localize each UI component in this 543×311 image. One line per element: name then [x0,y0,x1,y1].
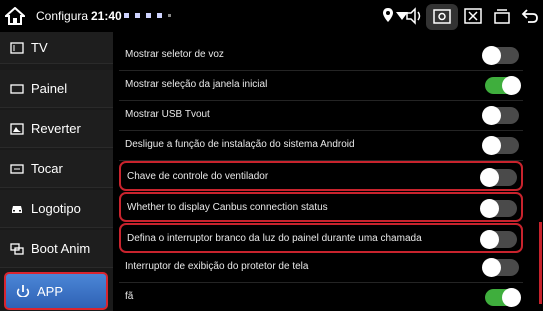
sidebar: TV Painel Reverter Tocar Logotipo Boot A… [0,32,113,311]
setting-label: Chave de controle do ventilador [127,171,269,182]
notification-icon [157,13,162,18]
toggle-knob [480,168,499,187]
toggle-switch[interactable] [480,168,517,187]
status-bar: Configura 21:40 [0,0,543,32]
toggle-switch[interactable] [482,46,519,65]
setting-row[interactable]: Mostrar USB Tvout [119,101,523,131]
toggle-switch[interactable] [485,76,521,95]
boot-animation-icon [10,242,24,255]
toggle-knob [502,288,521,307]
toggle-switch[interactable] [482,136,519,155]
toggle-knob [482,46,501,65]
toggle-switch[interactable] [480,199,517,218]
sidebar-item-tv[interactable]: TV [0,32,113,64]
toggle-knob [482,106,501,125]
setting-label: Whether to display Canbus connection sta… [127,202,328,213]
sidebar-item-boot-anim[interactable]: Boot Anim [0,230,113,268]
sidebar-item-reverter[interactable]: Reverter [0,110,113,148]
notification-icon [168,14,171,17]
toggle-knob [480,230,499,249]
notification-icon [124,13,129,18]
touch-icon [10,163,24,175]
notification-dots [124,13,171,18]
setting-label: Interruptor de exibição do protetor de t… [125,261,309,272]
toggle-knob [502,76,521,95]
setting-label: Defina o interruptor branco da luz do pa… [127,233,422,244]
sidebar-item-tocar[interactable]: Tocar [0,150,113,188]
setting-row[interactable]: Interruptor de exibição do protetor de t… [119,253,523,283]
toggle-switch[interactable] [480,230,517,249]
location-icon [383,8,393,22]
toggle-switch[interactable] [482,106,519,125]
sidebar-item-label: Reverter [31,121,81,136]
sidebar-item-label: Tocar [31,161,63,176]
setting-label: fã [125,291,134,302]
app-icon [16,285,30,298]
setting-row[interactable]: Desligue a função de instalação do siste… [119,131,523,161]
panel-icon [10,83,24,95]
setting-row[interactable]: Defina o interruptor branco da luz do pa… [119,223,523,253]
back-icon[interactable] [520,7,540,25]
close-window-icon[interactable] [464,7,482,25]
setting-label: Mostrar USB Tvout [125,109,210,120]
page-title: Configura [36,9,89,23]
setting-row[interactable]: Mostrar seleção da janela inicial [119,71,523,101]
home-icon[interactable] [5,7,25,25]
toggle-knob [480,199,499,218]
setting-label: Mostrar seletor de voz [125,49,224,60]
sidebar-item-label: APP [37,283,64,299]
sidebar-item-painel[interactable]: Painel [0,70,113,108]
setting-row[interactable]: Whether to display Canbus connection sta… [119,192,523,222]
sidebar-item-logotipo[interactable]: Logotipo [0,190,113,228]
tv-icon [10,41,24,54]
setting-row[interactable]: Chave de controle do ventilador [119,161,523,191]
settings-list: Mostrar seletor de voz Mostrar seleção d… [113,32,543,311]
toggle-switch[interactable] [485,288,521,307]
notification-icon [135,13,140,18]
sidebar-item-app[interactable]: APP [4,272,108,310]
sidebar-item-label: Boot Anim [31,241,91,256]
scroll-indicator[interactable] [539,222,542,304]
screenshot-icon[interactable] [433,7,451,25]
setting-label: Mostrar seleção da janela inicial [125,79,268,90]
sidebar-item-label: Painel [31,81,68,96]
sidebar-item-label: Logotipo [31,201,81,216]
setting-label: Desligue a função de instalação do siste… [125,139,355,150]
notification-icon [146,13,151,18]
volume-icon[interactable] [404,7,424,25]
clock: 21:40 [91,9,122,23]
multitask-icon[interactable] [493,7,511,25]
reverse-camera-icon [10,122,24,135]
toggle-knob [482,258,501,277]
setting-row[interactable]: fã [119,283,523,311]
toggle-knob [482,136,501,155]
car-logo-icon [10,203,24,215]
setting-row[interactable]: Mostrar seletor de voz [119,41,523,71]
toggle-switch[interactable] [482,258,519,277]
sidebar-item-label: TV [31,40,48,55]
